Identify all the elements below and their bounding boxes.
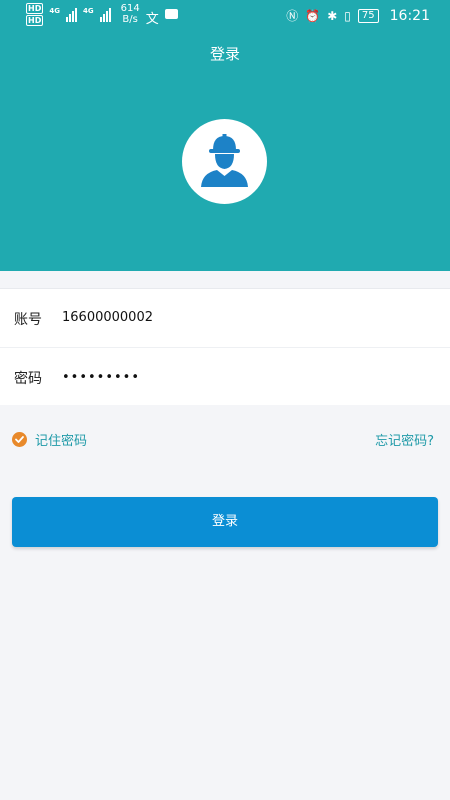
signal-strength-icon bbox=[65, 6, 77, 22]
login-button[interactable]: 登录 bbox=[12, 497, 438, 547]
network-type-label: 4G bbox=[82, 7, 94, 15]
worker-helmet-icon bbox=[201, 134, 248, 187]
forgot-password-link[interactable]: 忘记密码? bbox=[375, 430, 434, 449]
alarm-icon: ⏰ bbox=[305, 8, 321, 23]
nfc-icon: Ⓝ bbox=[286, 9, 299, 23]
bluetooth-icon: ✱ bbox=[327, 8, 338, 23]
notification-app-icon: 文 bbox=[145, 12, 159, 27]
signal-strength-icon bbox=[99, 6, 111, 22]
password-label: 密码 bbox=[14, 371, 42, 387]
account-input[interactable]: 16600000002 bbox=[62, 310, 153, 325]
header-banner: HD HD 4G 4G 614 B/s 文 Ⓝ ⏰ ✱ ▯ 75 16:21 登… bbox=[0, 0, 450, 271]
checkbox-checked-icon[interactable] bbox=[12, 432, 27, 447]
password-row: 密码 ••••••••• bbox=[0, 348, 450, 406]
mail-icon bbox=[164, 9, 178, 19]
remember-password-toggle[interactable]: 记住密码 bbox=[12, 430, 87, 449]
hd-badge: HD bbox=[26, 15, 44, 26]
network-speed-value: 614 bbox=[120, 3, 140, 14]
vibrate-icon: ▯ bbox=[344, 8, 351, 23]
network-speed: 614 B/s bbox=[121, 3, 140, 25]
hd-indicator: HD HD bbox=[26, 3, 44, 26]
account-label: 账号 bbox=[14, 312, 42, 328]
network-type-label: 4G bbox=[49, 7, 60, 15]
account-row: 账号 16600000002 bbox=[0, 289, 450, 348]
page-title: 登录 bbox=[209, 45, 240, 63]
avatar bbox=[182, 119, 267, 204]
status-time: 16:21 bbox=[389, 7, 430, 24]
login-form: 账号 16600000002 密码 ••••••••• bbox=[0, 288, 450, 405]
password-input[interactable]: ••••••••• bbox=[62, 370, 140, 385]
status-bar: HD HD 4G 4G 614 B/s 文 Ⓝ ⏰ ✱ ▯ 75 16:21 bbox=[0, 0, 450, 32]
battery-icon: 75 bbox=[357, 8, 379, 23]
remember-password-label[interactable]: 记住密码 bbox=[35, 430, 87, 449]
network-speed-unit: B/s bbox=[122, 14, 138, 25]
hd-badge: HD bbox=[26, 3, 44, 14]
